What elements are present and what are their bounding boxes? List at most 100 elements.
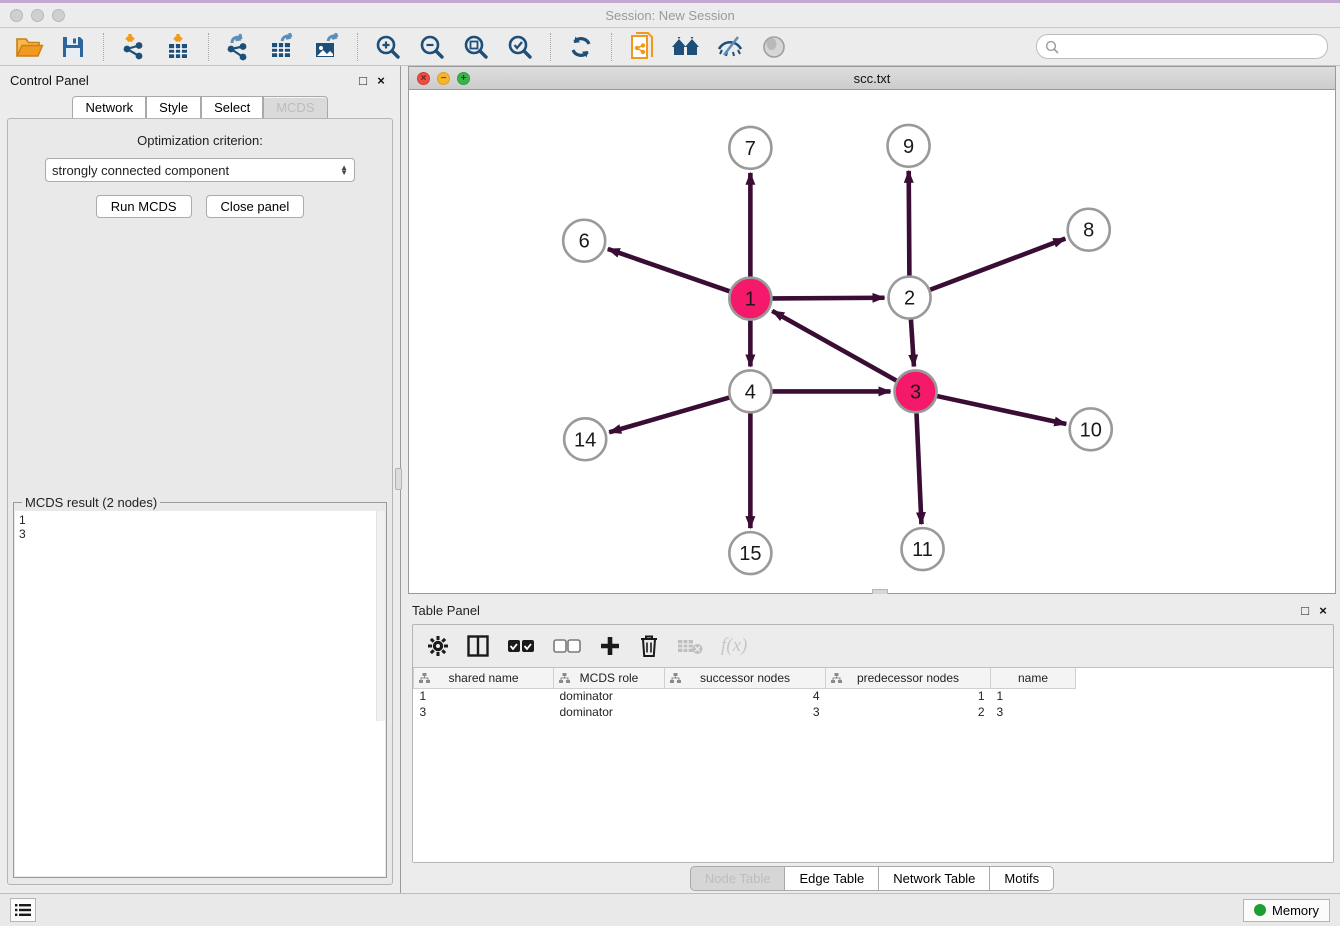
cell-0-1[interactable]: dominator	[554, 688, 665, 704]
cell-1-3[interactable]: 2	[826, 704, 991, 720]
graph-edge-3-10[interactable]	[937, 396, 1066, 424]
table-panel-tabs: Node Table Edge Table Network Table Moti…	[408, 863, 1336, 893]
cell-0-3[interactable]: 1	[826, 688, 991, 704]
graph-edge-2-3[interactable]	[911, 319, 914, 366]
graph-edge-4-14[interactable]	[609, 398, 729, 433]
network-view-window: × − + scc.txt 79681243141015	[408, 66, 1336, 594]
select-all-button[interactable]	[507, 631, 535, 661]
zoom-fit-button[interactable]	[457, 31, 495, 63]
column-header-1[interactable]: MCDS role	[554, 668, 665, 688]
panel-splitter-handle[interactable]	[395, 468, 402, 490]
graph-edge-1-2[interactable]	[772, 298, 884, 299]
refresh-button[interactable]	[562, 31, 600, 63]
open-folder-icon	[14, 35, 44, 59]
deselect-all-button[interactable]	[553, 631, 581, 661]
import-table-button[interactable]	[159, 31, 197, 63]
table-panel-box: f(x) shared nameMCDS rolesuccessor nodes…	[412, 624, 1334, 863]
cell-0-4[interactable]: 1	[991, 688, 1076, 704]
float-panel-icon[interactable]: □	[354, 73, 372, 88]
table-settings-button[interactable]	[427, 631, 449, 661]
tab-edge-table[interactable]: Edge Table	[785, 866, 879, 891]
add-column-button[interactable]	[599, 631, 621, 661]
cell-1-0[interactable]: 3	[414, 704, 554, 720]
column-header-2[interactable]: successor nodes	[665, 668, 826, 688]
node-table[interactable]: shared nameMCDS rolesuccessor nodesprede…	[413, 667, 1333, 862]
run-mcds-button[interactable]: Run MCDS	[96, 195, 192, 218]
cell-1-4[interactable]: 3	[991, 704, 1076, 720]
graph-edge-2-9[interactable]	[909, 171, 910, 276]
home-icon	[670, 35, 702, 59]
function-builder-button: f(x)	[721, 631, 747, 661]
graph-node-label-1: 1	[745, 289, 756, 311]
zoom-in-button[interactable]	[369, 31, 407, 63]
cell-0-2[interactable]: 4	[665, 688, 826, 704]
graph-node-label-7: 7	[745, 138, 756, 160]
graph-edge-3-11[interactable]	[917, 413, 922, 524]
table-panel: Table Panel □ ×	[408, 594, 1336, 893]
home-button[interactable]	[667, 31, 705, 63]
table-row[interactable]: 3dominator323	[414, 704, 1076, 720]
search-input[interactable]	[1059, 40, 1319, 54]
result-scrollbar[interactable]	[376, 511, 385, 721]
import-network-button[interactable]	[115, 31, 153, 63]
gear-icon	[427, 635, 449, 657]
graph-node-label-15: 15	[739, 543, 761, 565]
network-window-title: scc.txt	[409, 71, 1335, 86]
graph-edge-3-1[interactable]	[772, 311, 896, 381]
graph-edge-2-8[interactable]	[930, 239, 1065, 290]
column-header-3[interactable]: predecessor nodes	[826, 668, 991, 688]
close-panel-button[interactable]: Close panel	[206, 195, 305, 218]
tab-node-table[interactable]: Node Table	[690, 866, 786, 891]
toolbar-separator	[550, 33, 551, 61]
workspace-column: × − + scc.txt 79681243141015	[401, 66, 1340, 893]
delete-table-icon	[677, 637, 703, 655]
cell-0-0[interactable]: 1	[414, 688, 554, 704]
cell-1-2[interactable]: 3	[665, 704, 826, 720]
main-toolbar	[0, 28, 1340, 66]
graph-node-label-6: 6	[579, 231, 590, 253]
graph-edge-1-6[interactable]	[608, 249, 730, 291]
graph-node-label-11: 11	[912, 539, 933, 561]
show-columns-button[interactable]	[467, 631, 489, 661]
table-toolbar: f(x)	[413, 625, 1333, 667]
zoom-out-button[interactable]	[413, 31, 451, 63]
export-image-button[interactable]	[308, 31, 346, 63]
delete-column-button[interactable]	[639, 631, 659, 661]
export-table-button[interactable]	[264, 31, 302, 63]
network-graph[interactable]: 7968124314101511	[409, 90, 1335, 593]
control-panel: Control Panel □ × Network Style Select M…	[0, 66, 401, 893]
cell-1-1[interactable]: dominator	[554, 704, 665, 720]
zoom-selected-icon	[507, 34, 533, 60]
mcds-result-list[interactable]: 1 3	[15, 511, 385, 876]
network-resize-grip[interactable]	[872, 589, 888, 594]
tab-network-table[interactable]: Network Table	[879, 866, 990, 891]
network-maximize-button[interactable]: +	[457, 72, 470, 85]
tab-select[interactable]: Select	[201, 96, 263, 118]
save-session-button[interactable]	[54, 31, 92, 63]
toolbar-separator	[357, 33, 358, 61]
network-window-titlebar: × − + scc.txt	[409, 67, 1335, 90]
hide-panel-button[interactable]	[711, 31, 749, 63]
network-canvas[interactable]: 7968124314101511	[409, 90, 1335, 593]
column-header-0[interactable]: shared name	[414, 668, 554, 688]
sphere-button[interactable]	[755, 31, 793, 63]
memory-button[interactable]: Memory	[1243, 899, 1330, 922]
tab-mcds[interactable]: MCDS	[263, 96, 327, 118]
table-row[interactable]: 1dominator411	[414, 688, 1076, 704]
tab-style[interactable]: Style	[146, 96, 201, 118]
close-panel-icon[interactable]: ×	[372, 73, 390, 88]
memory-status-icon	[1254, 904, 1266, 916]
tab-network[interactable]: Network	[72, 96, 146, 118]
network-close-button[interactable]: ×	[417, 72, 430, 85]
export-network-button[interactable]	[220, 31, 258, 63]
open-session-button[interactable]	[10, 31, 48, 63]
column-header-4[interactable]: name	[991, 668, 1076, 688]
clone-network-button[interactable]	[623, 31, 661, 63]
optimization-criterion-select[interactable]: strongly connected component ▲▼	[45, 158, 355, 182]
zoom-selected-button[interactable]	[501, 31, 539, 63]
network-minimize-button[interactable]: −	[437, 72, 450, 85]
task-history-button[interactable]	[10, 898, 36, 922]
close-table-panel-icon[interactable]: ×	[1314, 603, 1332, 618]
tab-motifs[interactable]: Motifs	[990, 866, 1054, 891]
float-table-panel-icon[interactable]: □	[1296, 603, 1314, 618]
